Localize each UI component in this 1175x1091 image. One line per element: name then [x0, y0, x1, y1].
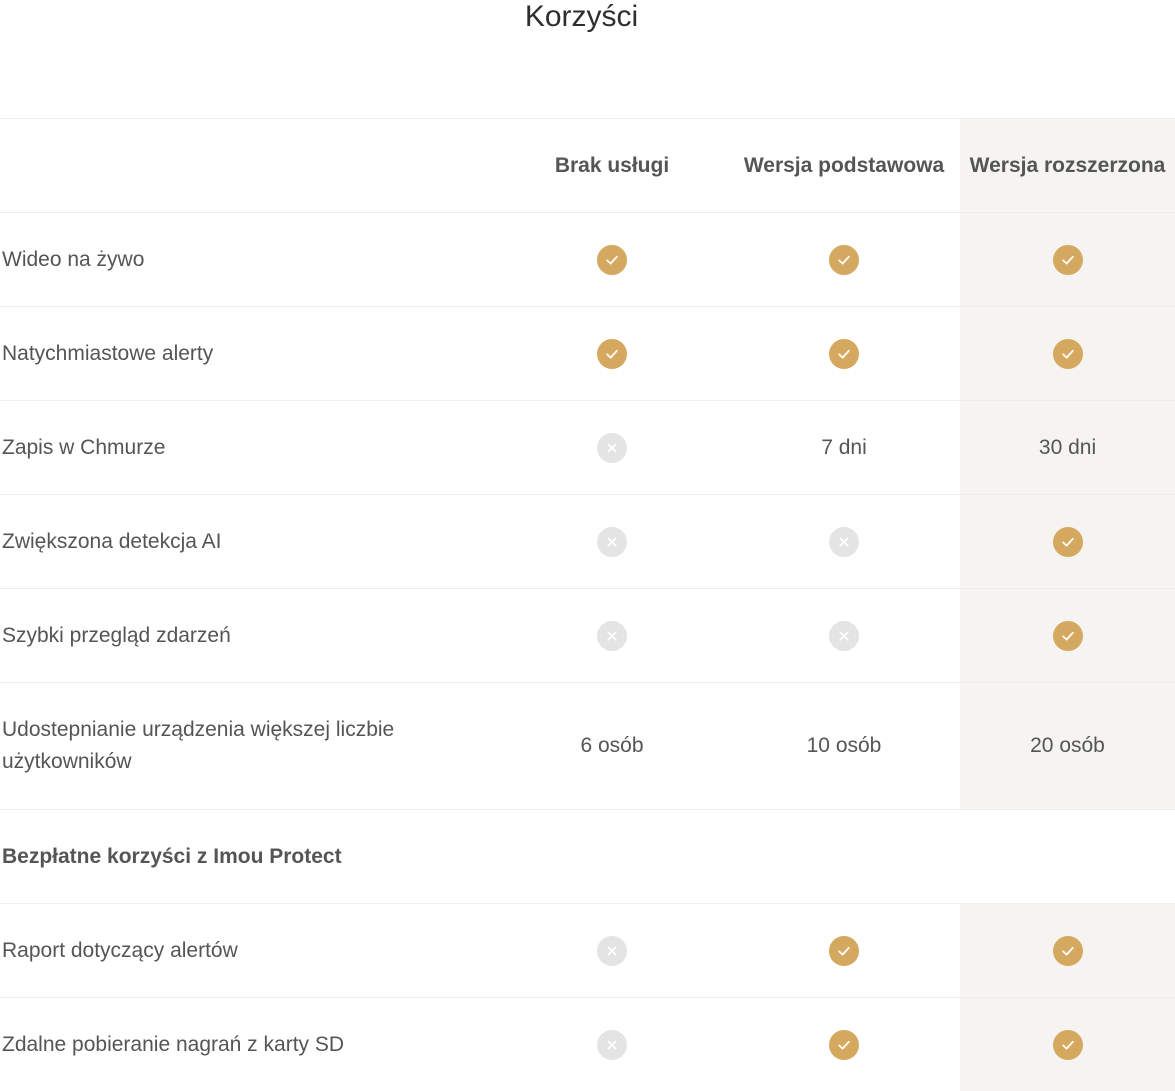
cell-basic: 7 dni	[728, 401, 960, 494]
cell-no-service	[496, 213, 728, 306]
cell-no-service	[496, 904, 728, 997]
cell-value-text: 10 osób	[806, 734, 882, 757]
check-icon	[1052, 620, 1083, 651]
comparison-table: Brak usługi Wersja podstawowa Wersja roz…	[0, 118, 1175, 1091]
cell-extended: 20 osób	[960, 683, 1175, 809]
table-row: Zapis w Chmurze 7 dni 30 dni	[0, 400, 1175, 494]
cell-no-service	[496, 307, 728, 400]
cross-icon	[829, 526, 859, 557]
cell-extended	[960, 495, 1175, 588]
cell-basic	[728, 998, 960, 1091]
column-header-extended: Wersja rozszerzona	[960, 119, 1175, 212]
cross-icon	[597, 620, 627, 651]
row-label: Raport dotyczący alertów	[2, 938, 238, 962]
cell-value-text: 7 dni	[821, 435, 867, 459]
check-icon	[1052, 526, 1083, 557]
cell-extended: 30 dni	[960, 401, 1175, 494]
cell-extended	[960, 589, 1175, 682]
cross-icon	[597, 432, 627, 463]
header-empty-cell	[0, 119, 496, 212]
column-header-basic: Wersja podstawowa	[743, 153, 945, 177]
check-icon	[829, 935, 859, 966]
cell-no-service	[496, 998, 728, 1091]
cell-value-text: 20 osób	[1030, 734, 1105, 757]
cell-value-text: 30 dni	[1038, 435, 1097, 459]
row-label: Szybki przegląd zdarzeń	[2, 623, 231, 647]
table-row: Wideo na żywo	[0, 212, 1175, 306]
row-label: Zdalne pobieranie nagrań z karty SD	[2, 1032, 345, 1056]
table-row: Raport dotyczący alertów	[0, 903, 1175, 997]
cell-extended	[960, 213, 1175, 306]
cell-extended	[960, 307, 1175, 400]
check-icon	[829, 244, 859, 275]
column-header-no-service: Brak usługi	[554, 153, 670, 177]
section-title: Bezpłatne korzyści z Imou Protect	[0, 809, 1175, 903]
cross-icon	[829, 620, 859, 651]
row-label: Zapis w Chmurze	[2, 435, 166, 459]
table-row: Natychmiastowe alerty	[0, 306, 1175, 400]
cross-icon	[597, 526, 627, 557]
table-row: Udostepnianie urządzenia większej liczbi…	[0, 682, 1175, 809]
check-icon	[597, 338, 627, 369]
row-label: Udostepnianie urządzenia większej liczbi…	[2, 718, 395, 773]
cell-basic	[728, 904, 960, 997]
check-icon	[1052, 1029, 1083, 1060]
cell-no-service	[496, 495, 728, 588]
check-icon	[1052, 338, 1083, 369]
cell-extended	[960, 904, 1175, 997]
cell-basic	[728, 307, 960, 400]
check-icon	[829, 338, 859, 369]
cell-basic	[728, 589, 960, 682]
cell-basic	[728, 213, 960, 306]
cell-no-service: 6 osób	[496, 683, 728, 809]
page-title: Korzyści	[524, 0, 639, 33]
check-icon	[829, 1029, 859, 1060]
table-row: Zwiększona detekcja AI	[0, 494, 1175, 588]
cell-basic: 10 osób	[728, 683, 960, 809]
cell-no-service	[496, 401, 728, 494]
table-row: Zdalne pobieranie nagrań z karty SD	[0, 997, 1175, 1091]
check-icon	[1052, 935, 1083, 966]
row-label: Zwiększona detekcja AI	[2, 529, 222, 553]
table-row: Szybki przegląd zdarzeń	[0, 588, 1175, 682]
cell-value-text: 6 osób	[580, 734, 644, 757]
table-header-row: Brak usługi Wersja podstawowa Wersja roz…	[0, 118, 1175, 212]
cell-extended	[960, 998, 1175, 1091]
cell-no-service	[496, 589, 728, 682]
check-icon	[597, 244, 627, 275]
row-label: Wideo na żywo	[2, 247, 145, 271]
cross-icon	[597, 1029, 627, 1060]
cell-basic	[728, 495, 960, 588]
check-icon	[1052, 244, 1083, 275]
row-label: Natychmiastowe alerty	[2, 341, 214, 365]
cross-icon	[597, 935, 627, 966]
